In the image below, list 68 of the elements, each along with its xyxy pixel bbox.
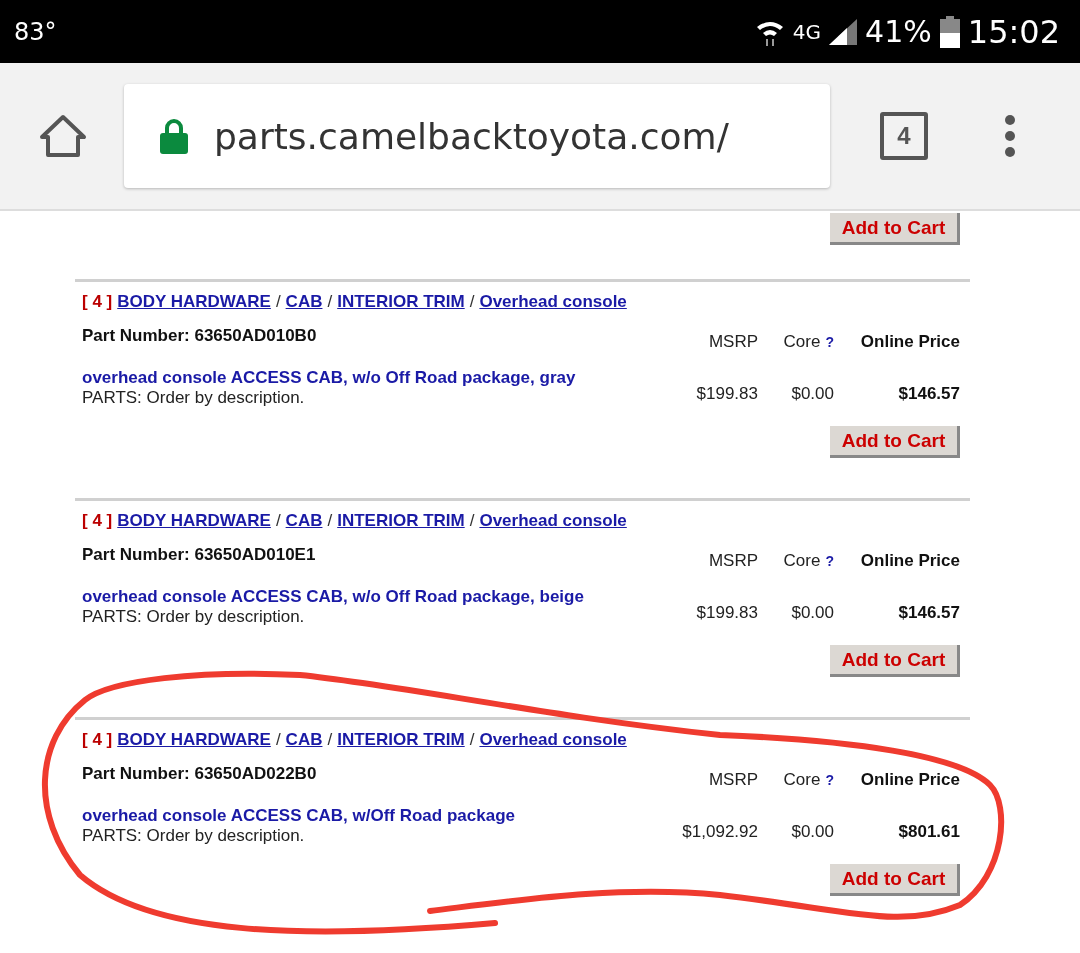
part-description-link[interactable]: overhead console ACCESS CAB, w/o Off Road package, beige bbox=[82, 587, 584, 607]
core-value: $0.00 bbox=[790, 822, 834, 843]
breadcrumb-link[interactable]: INTERIOR TRIM bbox=[337, 730, 465, 750]
core-value: $0.00 bbox=[790, 603, 834, 624]
breadcrumb-link[interactable]: Overhead console bbox=[479, 511, 627, 531]
breadcrumb-separator: / bbox=[327, 511, 333, 531]
breadcrumb-separator: / bbox=[327, 292, 333, 312]
part-number: Part Number: 63650AD010E1 bbox=[82, 545, 317, 565]
breadcrumb-separator: / bbox=[327, 730, 333, 750]
quantity-label: [ 4 ] bbox=[82, 730, 113, 750]
core-help-link[interactable]: ? bbox=[825, 553, 834, 569]
battery-percent: 41% bbox=[865, 14, 932, 49]
online-price-header: Online Price bbox=[859, 551, 960, 572]
signal-icon bbox=[829, 18, 858, 45]
breadcrumb-separator: / bbox=[275, 292, 281, 312]
msrp-header: MSRP bbox=[707, 551, 758, 572]
breadcrumb-link[interactable]: BODY HARDWARE bbox=[117, 730, 271, 750]
online-price-header: Online Price bbox=[859, 332, 960, 353]
clock: 15:02 bbox=[967, 12, 1060, 51]
breadcrumb-separator: / bbox=[469, 511, 475, 531]
core-header: Core bbox=[783, 770, 821, 790]
temperature: 83° bbox=[14, 17, 57, 46]
core-help-link[interactable]: ? bbox=[825, 772, 834, 788]
breadcrumb-separator: / bbox=[469, 730, 475, 750]
order-note: PARTS: Order by description. bbox=[82, 826, 306, 846]
breadcrumb-link[interactable]: CAB bbox=[285, 730, 323, 750]
core-help-link[interactable]: ? bbox=[825, 334, 834, 350]
online-price-value: $801.61 bbox=[897, 822, 960, 843]
tab-count-button[interactable]: 4 bbox=[880, 112, 928, 160]
msrp-header: MSRP bbox=[707, 332, 758, 353]
msrp-header: MSRP bbox=[707, 770, 758, 791]
add-to-cart-button[interactable]: Add to Cart bbox=[830, 213, 960, 245]
part-description-link[interactable]: overhead console ACCESS CAB, w/o Off Road package, gray bbox=[82, 368, 576, 388]
add-to-cart-button[interactable]: Add to Cart bbox=[830, 426, 960, 458]
address-bar[interactable]: parts.camelbacktoyota.com/ bbox=[124, 84, 830, 188]
breadcrumb-link[interactable]: CAB bbox=[285, 292, 323, 312]
part-number: Part Number: 63650AD022B0 bbox=[82, 764, 318, 784]
core-header: Core bbox=[783, 332, 821, 352]
breadcrumb-link[interactable]: CAB bbox=[285, 511, 323, 531]
part-number: Part Number: 63650AD010B0 bbox=[82, 326, 318, 346]
add-to-cart-button[interactable]: Add to Cart bbox=[830, 864, 960, 896]
online-price-value: $146.57 bbox=[897, 384, 960, 405]
menu-icon[interactable] bbox=[1004, 114, 1016, 158]
breadcrumb-separator: / bbox=[469, 292, 475, 312]
msrp-value: $199.83 bbox=[695, 384, 758, 405]
core-header: Core bbox=[783, 551, 821, 571]
battery-icon bbox=[939, 15, 960, 48]
online-price-header: Online Price bbox=[859, 770, 960, 791]
msrp-value: $1,092.92 bbox=[681, 822, 758, 843]
breadcrumb-link[interactable]: Overhead console bbox=[479, 292, 627, 312]
breadcrumb-link[interactable]: BODY HARDWARE bbox=[117, 292, 271, 312]
breadcrumb-link[interactable]: Overhead console bbox=[479, 730, 627, 750]
msrp-value: $199.83 bbox=[695, 603, 758, 624]
breadcrumb-link[interactable]: INTERIOR TRIM bbox=[337, 511, 465, 531]
breadcrumb-link[interactable]: BODY HARDWARE bbox=[117, 511, 271, 531]
network-type: 4G bbox=[792, 19, 822, 44]
breadcrumb-link[interactable]: INTERIOR TRIM bbox=[337, 292, 465, 312]
order-note: PARTS: Order by description. bbox=[82, 607, 306, 627]
order-note: PARTS: Order by description. bbox=[82, 388, 306, 408]
breadcrumb-separator: / bbox=[275, 511, 281, 531]
online-price-value: $146.57 bbox=[897, 603, 960, 624]
core-value: $0.00 bbox=[790, 384, 834, 405]
home-icon[interactable] bbox=[38, 113, 88, 159]
quantity-label: [ 4 ] bbox=[82, 511, 113, 531]
quantity-label: [ 4 ] bbox=[82, 292, 113, 312]
part-description-link[interactable]: overhead console ACCESS CAB, w/Off Road package bbox=[82, 806, 515, 826]
breadcrumb-separator: / bbox=[275, 730, 281, 750]
add-to-cart-button[interactable]: Add to Cart bbox=[830, 645, 960, 677]
